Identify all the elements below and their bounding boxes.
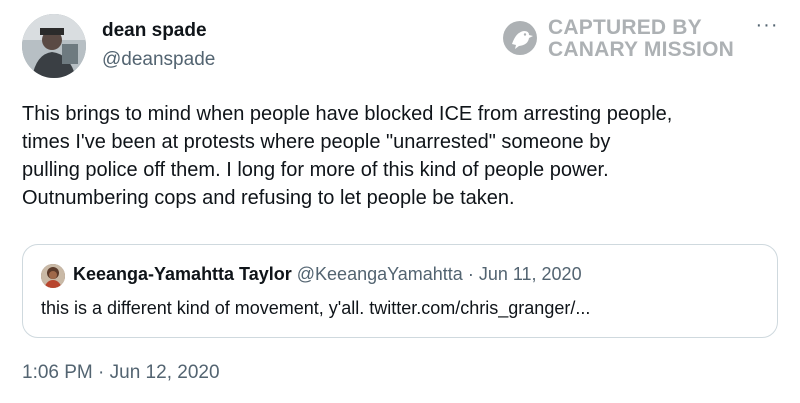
quoted-author-handle: @KeeangaYamahtta bbox=[296, 264, 463, 284]
tweet-timestamp[interactable]: 1:06 PM · Jun 12, 2020 bbox=[22, 362, 220, 384]
author-handle[interactable]: @deanspade bbox=[102, 49, 215, 71]
watermark-line-2: CANARY MISSION bbox=[548, 38, 734, 61]
tweet-text-line: This brings to mind when people have blo… bbox=[22, 103, 673, 125]
canary-mission-watermark: CAPTURED BY CANARY MISSION bbox=[502, 16, 742, 62]
tweet-text-line: pulling police off them. I long for more… bbox=[22, 159, 609, 181]
watermark-line-1: CAPTURED BY bbox=[548, 16, 702, 39]
quoted-tweet-text: this is a different kind of movement, y'… bbox=[41, 298, 591, 318]
author-name[interactable]: dean spade bbox=[102, 20, 207, 42]
more-options-icon[interactable]: ··· bbox=[752, 15, 782, 40]
tweet: dean spade @deanspade CAPTURED BY CANARY… bbox=[0, 0, 800, 403]
quoted-author-name: Keeanga-Yamahtta Taylor bbox=[73, 264, 292, 284]
tweet-text-line: Outnumbering cops and refusing to let pe… bbox=[22, 187, 515, 209]
quoted-tweet-header: Keeanga-Yamahtta Taylor @KeeangaYamahtta… bbox=[73, 264, 582, 285]
quoted-author-avatar bbox=[41, 264, 65, 288]
author-avatar[interactable] bbox=[22, 14, 86, 78]
canary-bird-icon bbox=[503, 21, 537, 55]
quoted-tweet-card[interactable]: Keeanga-Yamahtta Taylor @KeeangaYamahtta… bbox=[22, 244, 778, 338]
tweet-text-line: times I've been at protests where people… bbox=[22, 131, 611, 153]
meta-separator: · bbox=[462, 264, 479, 284]
quoted-tweet-date: Jun 11, 2020 bbox=[478, 264, 582, 284]
tweet-text: This brings to mind when people have blo… bbox=[22, 100, 792, 212]
